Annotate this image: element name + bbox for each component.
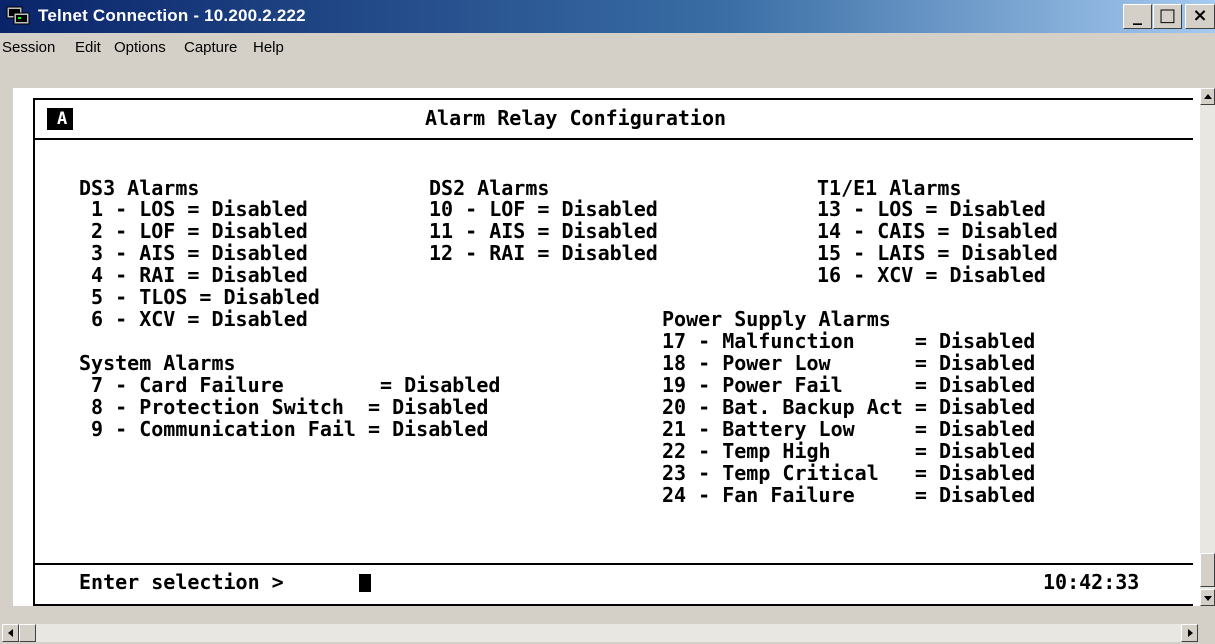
arrow-left-icon bbox=[8, 629, 13, 637]
alarm-line: 19 - Power Fail = Disabled bbox=[662, 373, 1036, 397]
power-supply-alarms-heading: Power Supply Alarms bbox=[662, 307, 891, 331]
clock-display: 10:42:33 bbox=[1043, 570, 1140, 594]
footer-divider bbox=[35, 563, 1193, 565]
title-bar[interactable]: Telnet Connection - 10.200.2.222 _ □ × bbox=[0, 0, 1215, 33]
menu-help[interactable]: Help bbox=[253, 39, 284, 56]
maximize-button[interactable]: □ bbox=[1153, 4, 1182, 29]
arrow-down-icon bbox=[1204, 596, 1212, 601]
alarm-line: 14 - CAIS = Disabled bbox=[817, 219, 1058, 243]
selection-prompt: Enter selection > bbox=[79, 570, 284, 594]
alarm-line: 20 - Bat. Backup Act = Disabled bbox=[662, 395, 1036, 419]
alarm-line: 15 - LAIS = Disabled bbox=[817, 241, 1058, 265]
scroll-right-button[interactable] bbox=[1181, 624, 1198, 642]
horizontal-scroll-thumb[interactable] bbox=[19, 624, 36, 642]
alarm-line: 3 - AIS = Disabled bbox=[79, 241, 308, 265]
ds3-alarms-heading: DS3 Alarms bbox=[79, 176, 200, 200]
menu-options[interactable]: Options bbox=[114, 39, 166, 56]
horizontal-scrollbar[interactable] bbox=[2, 624, 1198, 642]
text-cursor[interactable] bbox=[359, 574, 371, 592]
alarm-line: 13 - LOS = Disabled bbox=[817, 197, 1046, 221]
terminal-area[interactable]: A Alarm Relay Configuration DS3 Alarms 1… bbox=[13, 88, 1200, 606]
screen-id-badge: A bbox=[47, 108, 74, 130]
menu-edit[interactable]: Edit bbox=[75, 39, 101, 56]
vertical-scroll-thumb[interactable] bbox=[1200, 553, 1215, 587]
minimize-button[interactable]: _ bbox=[1123, 4, 1152, 29]
alarm-line: 2 - LOF = Disabled bbox=[79, 219, 308, 243]
alarm-line: 5 - TLOS = Disabled bbox=[79, 285, 320, 309]
arrow-up-icon bbox=[1204, 94, 1212, 99]
window-title: Telnet Connection - 10.200.2.222 bbox=[38, 6, 306, 25]
alarm-line: 9 - Communication Fail = Disabled bbox=[79, 417, 489, 441]
horizontal-scroll-area bbox=[0, 606, 1200, 644]
screen-frame: A Alarm Relay Configuration DS3 Alarms 1… bbox=[33, 98, 1193, 606]
telnet-terminal-icon bbox=[6, 6, 30, 25]
maximize-icon: □ bbox=[1158, 5, 1176, 26]
alarm-line: 8 - Protection Switch = Disabled bbox=[79, 395, 489, 419]
t1e1-alarms-heading: T1/E1 Alarms bbox=[817, 176, 962, 200]
menu-bar: Session Edit Options Capture Help bbox=[0, 33, 1215, 63]
alarm-line: 21 - Battery Low = Disabled bbox=[662, 417, 1036, 441]
minimize-icon: _ bbox=[1133, 5, 1142, 26]
arrow-right-icon bbox=[1188, 629, 1193, 637]
ds2-alarms-heading: DS2 Alarms bbox=[429, 176, 550, 200]
close-button[interactable]: × bbox=[1185, 4, 1215, 29]
close-icon: × bbox=[1192, 5, 1208, 26]
vertical-scrollbar[interactable] bbox=[1200, 88, 1215, 606]
alarm-line: 17 - Malfunction = Disabled bbox=[662, 329, 1036, 353]
alarm-line: 18 - Power Low = Disabled bbox=[662, 351, 1036, 375]
alarm-line: 22 - Temp High = Disabled bbox=[662, 439, 1036, 463]
alarm-line: 23 - Temp Critical = Disabled bbox=[662, 461, 1036, 485]
scroll-up-button[interactable] bbox=[1200, 88, 1215, 105]
alarm-line: 4 - RAI = Disabled bbox=[79, 263, 308, 287]
scroll-left-button[interactable] bbox=[2, 624, 19, 642]
alarm-line: 7 - Card Failure = Disabled bbox=[79, 373, 501, 397]
scrollbar-corner bbox=[1200, 606, 1215, 644]
menu-session[interactable]: Session bbox=[2, 39, 55, 56]
alarm-line: 11 - AIS = Disabled bbox=[429, 219, 658, 243]
system-alarms-heading: System Alarms bbox=[79, 351, 236, 375]
alarm-line: 12 - RAI = Disabled bbox=[429, 241, 658, 265]
alarm-line: 10 - LOF = Disabled bbox=[429, 197, 658, 221]
alarm-line: 1 - LOS = Disabled bbox=[79, 197, 308, 221]
screen-title: Alarm Relay Configuration bbox=[425, 106, 727, 130]
alarm-line: 16 - XCV = Disabled bbox=[817, 263, 1046, 287]
menu-capture[interactable]: Capture bbox=[184, 39, 237, 56]
alarm-line: 6 - XCV = Disabled bbox=[79, 307, 308, 331]
header-divider bbox=[35, 138, 1193, 140]
scroll-down-button[interactable] bbox=[1200, 589, 1215, 606]
alarm-line: 24 - Fan Failure = Disabled bbox=[662, 483, 1036, 507]
